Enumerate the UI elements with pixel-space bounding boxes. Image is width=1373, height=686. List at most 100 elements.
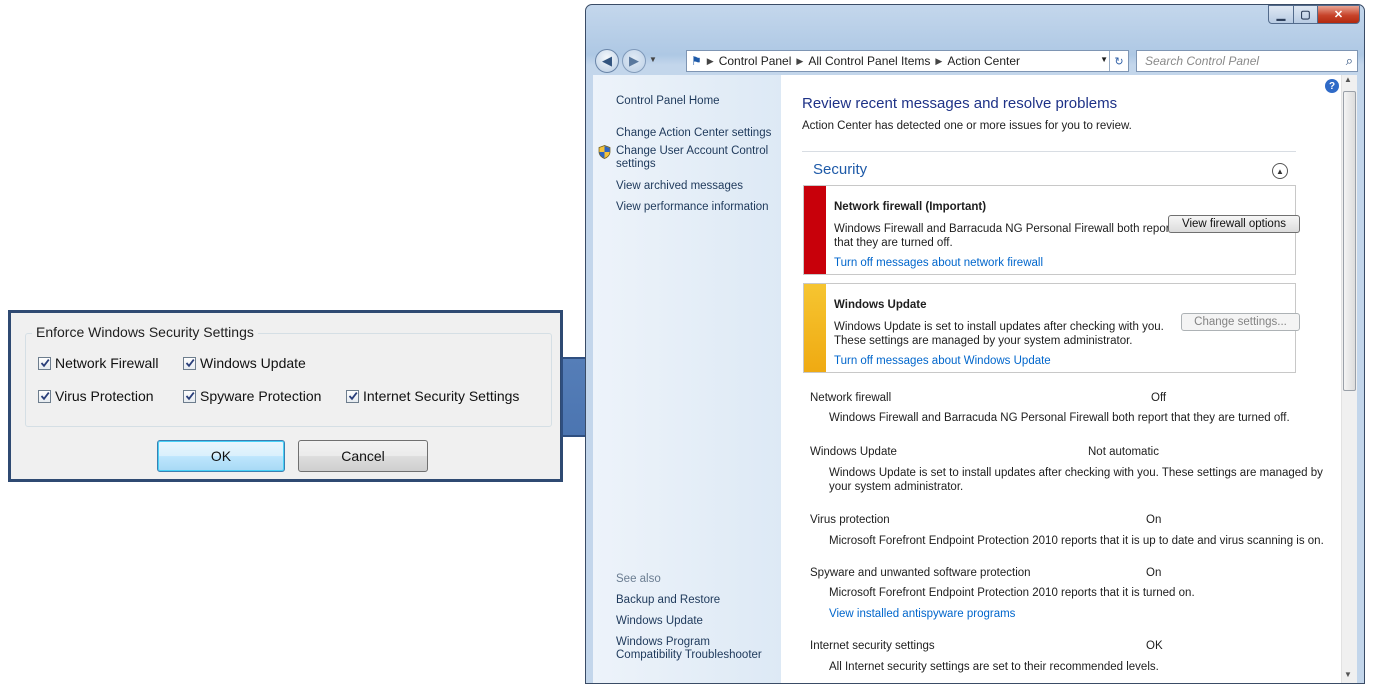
- sidebar-backup-and-restore[interactable]: Backup and Restore: [616, 594, 720, 607]
- breadcrumb-separator-icon: ▶: [796, 55, 804, 66]
- alert-text: Windows Firewall and Barracuda NG Person…: [834, 223, 1173, 235]
- sidebar-windows-update[interactable]: Windows Update: [616, 615, 703, 628]
- title-bar: ▁ ▢ ✕: [586, 5, 1364, 41]
- network-firewall-checkbox[interactable]: Network Firewall: [38, 355, 158, 371]
- collapse-chevron-icon[interactable]: ▲: [1272, 163, 1288, 179]
- search-input[interactable]: Search Control Panel ⌕: [1136, 50, 1358, 72]
- internet-security-settings-checkbox[interactable]: Internet Security Settings: [346, 388, 519, 404]
- checkbox-check-icon: [38, 356, 51, 370]
- address-bar[interactable]: ⚑ ▶ Control Panel ▶ All Control Panel It…: [686, 50, 1129, 72]
- enforce-settings-group: Enforce Windows Security Settings Networ…: [25, 324, 552, 427]
- uac-shield-icon: [598, 145, 611, 159]
- refresh-icon[interactable]: ↻: [1109, 51, 1128, 71]
- alert-text: Windows Update is set to install updates…: [834, 321, 1164, 333]
- control-panel-flag-icon: ⚑: [691, 54, 702, 68]
- sidebar-control-panel-home[interactable]: Control Panel Home: [616, 95, 720, 108]
- alert-windows-update: Windows Update Windows Update is set to …: [803, 283, 1300, 373]
- action-center-window: ▁ ▢ ✕ ◀ ▶ ▼ ⚑ ▶ Control Panel ▶ All Cont…: [585, 4, 1365, 684]
- checkbox-label: Network Firewall: [55, 355, 159, 371]
- windows-update-checkbox[interactable]: Windows Update: [183, 355, 306, 371]
- search-icon[interactable]: ⌕: [1346, 53, 1353, 69]
- checkbox-check-icon: [346, 389, 359, 403]
- item-name: Virus protection: [810, 514, 890, 526]
- close-icon: ✕: [1333, 9, 1344, 21]
- item-status: Not automatic: [1088, 446, 1159, 458]
- forward-arrow-icon: ▶: [629, 53, 639, 68]
- sidebar-change-uac-settings[interactable]: Change User Account Control settings: [616, 145, 776, 171]
- back-arrow-icon: ◀: [602, 53, 612, 68]
- item-description: Windows Update is set to install updates…: [829, 467, 1323, 479]
- page-title: Review recent messages and resolve probl…: [802, 95, 1118, 112]
- alert-title: Windows Update: [834, 299, 927, 311]
- maximize-button[interactable]: ▢: [1293, 5, 1318, 24]
- sidebar: Control Panel Home Change Action Center …: [593, 75, 781, 683]
- item-description: All Internet security settings are set t…: [829, 661, 1159, 673]
- checkbox-check-icon: [183, 389, 196, 403]
- back-button[interactable]: ◀: [595, 49, 619, 73]
- item-status: On: [1146, 567, 1162, 579]
- breadcrumb-all-items[interactable]: All Control Panel Items: [808, 54, 930, 68]
- vertical-scrollbar[interactable]: ▲ ▼: [1341, 75, 1357, 683]
- item-status: OK: [1146, 640, 1163, 652]
- item-name: Network firewall: [810, 392, 892, 404]
- maximize-icon: ▢: [1300, 9, 1311, 21]
- forward-button[interactable]: ▶: [622, 49, 646, 73]
- virus-protection-checkbox[interactable]: Virus Protection: [38, 388, 154, 404]
- item-description: Microsoft Forefront Endpoint Protection …: [829, 587, 1195, 599]
- view-firewall-options-button[interactable]: View firewall options: [1168, 215, 1300, 233]
- item-name: Spyware and unwanted software protection: [810, 567, 1031, 579]
- sidebar-change-action-center-settings[interactable]: Change Action Center settings: [616, 127, 771, 140]
- item-status: Off: [1151, 392, 1167, 404]
- item-description: your system administrator.: [829, 481, 964, 493]
- see-also-heading: See also: [616, 573, 661, 585]
- search-placeholder: Search Control Panel: [1145, 54, 1260, 68]
- breadcrumb-control-panel[interactable]: Control Panel: [719, 54, 792, 68]
- scroll-down-icon[interactable]: ▼: [1344, 670, 1352, 679]
- breadcrumb-separator-icon: ▶: [706, 55, 714, 66]
- item-name: Windows Update: [810, 446, 897, 458]
- help-icon[interactable]: ?: [1325, 79, 1339, 93]
- sidebar-compatibility-troubleshooter[interactable]: Windows Program Compatibility Troublesho…: [616, 636, 776, 662]
- breadcrumb-separator-icon: ▶: [935, 55, 943, 66]
- alert-text: that they are turned off.: [834, 237, 953, 249]
- view-antispyware-programs-link[interactable]: View installed antispyware programs: [829, 608, 1015, 620]
- page-subtitle: Action Center has detected one or more i…: [802, 120, 1132, 132]
- item-status: On: [1146, 514, 1162, 526]
- change-settings-button[interactable]: Change settings...: [1181, 313, 1300, 331]
- section-divider: [802, 151, 1296, 152]
- ok-button[interactable]: OK: [157, 440, 285, 472]
- turn-off-firewall-messages-link[interactable]: Turn off messages about network firewall: [834, 257, 1043, 269]
- alert-text: These settings are managed by your syste…: [834, 335, 1133, 347]
- checkbox-check-icon: [183, 356, 196, 370]
- alert-title: Network firewall (Important): [834, 201, 987, 213]
- section-security-title[interactable]: Security: [813, 161, 867, 178]
- breadcrumb-action-center[interactable]: Action Center: [947, 54, 1020, 68]
- group-title: Enforce Windows Security Settings: [32, 324, 258, 340]
- turn-off-update-messages-link[interactable]: Turn off messages about Windows Update: [834, 355, 1051, 367]
- checkbox-label: Spyware Protection: [200, 388, 322, 404]
- minimize-button[interactable]: ▁: [1268, 5, 1294, 24]
- checkbox-label: Internet Security Settings: [363, 388, 520, 404]
- navigation-bar: ◀ ▶ ▼ ⚑ ▶ Control Panel ▶ All Control Pa…: [586, 45, 1364, 75]
- item-description: Windows Firewall and Barracuda NG Person…: [829, 412, 1290, 424]
- checkbox-check-icon: [38, 389, 51, 403]
- warning-severity-bar: [804, 284, 826, 372]
- close-button[interactable]: ✕: [1317, 5, 1360, 24]
- item-description: Microsoft Forefront Endpoint Protection …: [829, 535, 1324, 547]
- scrollbar-thumb[interactable]: [1343, 91, 1356, 391]
- recent-pages-icon[interactable]: ▼: [649, 55, 657, 64]
- checkbox-label: Windows Update: [200, 355, 306, 371]
- alert-network-firewall: Network firewall (Important) Windows Fir…: [803, 185, 1300, 275]
- item-name: Internet security settings: [810, 640, 935, 652]
- minimize-icon: ▁: [1276, 9, 1286, 21]
- scroll-up-icon[interactable]: ▲: [1344, 75, 1352, 84]
- sidebar-view-archived-messages[interactable]: View archived messages: [616, 180, 743, 193]
- sidebar-view-performance-information[interactable]: View performance information: [616, 201, 769, 214]
- checkbox-label: Virus Protection: [55, 388, 154, 404]
- spyware-protection-checkbox[interactable]: Spyware Protection: [183, 388, 321, 404]
- important-severity-bar: [804, 186, 826, 274]
- content-area: Control Panel Home Change Action Center …: [593, 75, 1357, 683]
- address-dropdown-icon[interactable]: ▼: [1100, 55, 1108, 64]
- cancel-button[interactable]: Cancel: [298, 440, 428, 472]
- security-settings-dialog: Enforce Windows Security Settings Networ…: [8, 310, 563, 482]
